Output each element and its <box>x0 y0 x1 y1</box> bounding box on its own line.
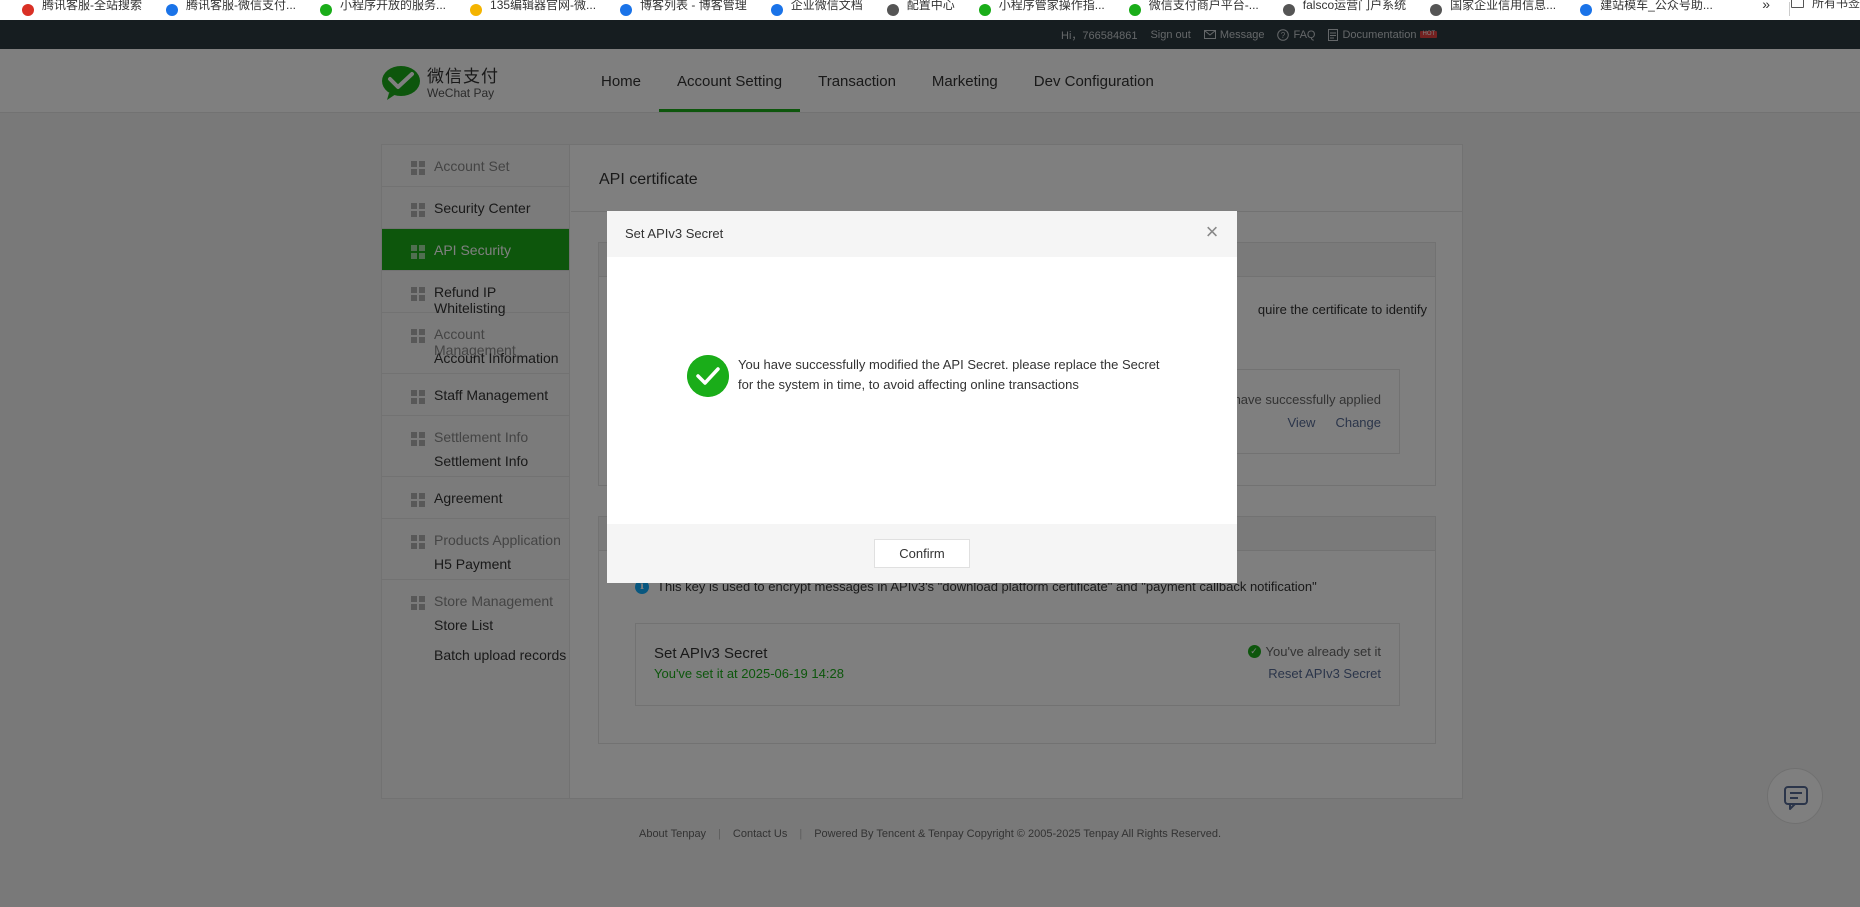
bookmark-icon <box>1282 4 1295 16</box>
bookmark-item[interactable]: 配置中心 <box>886 0 955 19</box>
dialog-message-line: for the system in time, to avoid affecti… <box>738 377 1079 392</box>
bookmark-icon <box>978 4 991 16</box>
bookmark-item[interactable]: 小程序开放的服务... <box>320 0 446 19</box>
close-icon[interactable]: × <box>1201 221 1223 243</box>
bookmark-icon <box>1128 4 1141 16</box>
bookmark-item[interactable]: falsco运营门户系统 <box>1282 0 1406 19</box>
bookmark-icon <box>166 4 178 16</box>
bookmark-item[interactable]: 建站模车_公众号助... <box>1580 0 1713 19</box>
bookmarks-more-icon[interactable]: » <box>1762 0 1770 12</box>
bookmark-item[interactable]: 腾讯客服-全站搜索 <box>22 0 142 19</box>
all-bookmarks-button[interactable]: 所有书签 <box>1790 0 1860 11</box>
bookmark-icon <box>620 4 633 16</box>
dialog-message: You have successfully modified the API S… <box>738 355 1168 395</box>
bookmark-item[interactable]: 企业微信文档 <box>770 0 863 19</box>
bookmark-icon <box>470 4 483 16</box>
dialog-header: Set APIv3 Secret × <box>607 211 1237 257</box>
bookmark-item[interactable]: 博客列表 - 博客管理 <box>620 0 747 19</box>
bookmark-item[interactable]: 微信支付商户平台-... <box>1128 0 1259 19</box>
folder-icon <box>1790 0 1804 8</box>
bookmarks-bar: 腾讯客服-全站搜索 腾讯客服-微信支付... 小程序开放的服务... 135编辑… <box>0 0 1860 20</box>
set-apiv3-secret-dialog: Set APIv3 Secret × You have successfully… <box>607 211 1237 583</box>
bookmark-item[interactable]: 135编辑器官网-微... <box>470 0 596 19</box>
bookmark-icon <box>1580 4 1593 16</box>
success-check-icon <box>687 355 729 397</box>
all-bookmarks-label: 所有书签 <box>1811 0 1860 10</box>
bookmark-item[interactable]: 国家企业信用信息... <box>1430 0 1556 19</box>
bookmark-item[interactable]: 小程序管家操作指... <box>978 0 1105 19</box>
bookmarks-divider <box>1789 2 1790 16</box>
confirm-button[interactable]: Confirm <box>874 539 970 568</box>
dialog-footer: Confirm <box>607 524 1237 583</box>
bookmark-icon <box>22 4 34 16</box>
dialog-message-line: You have successfully modified the API S… <box>738 357 1160 372</box>
bookmark-icon <box>770 4 783 16</box>
bookmark-icon <box>320 4 332 16</box>
dialog-title: Set APIv3 Secret <box>625 226 724 241</box>
bookmark-icon <box>886 4 899 16</box>
bookmark-icon <box>1430 4 1443 16</box>
bookmark-item[interactable]: 腾讯客服-微信支付... <box>166 0 296 19</box>
